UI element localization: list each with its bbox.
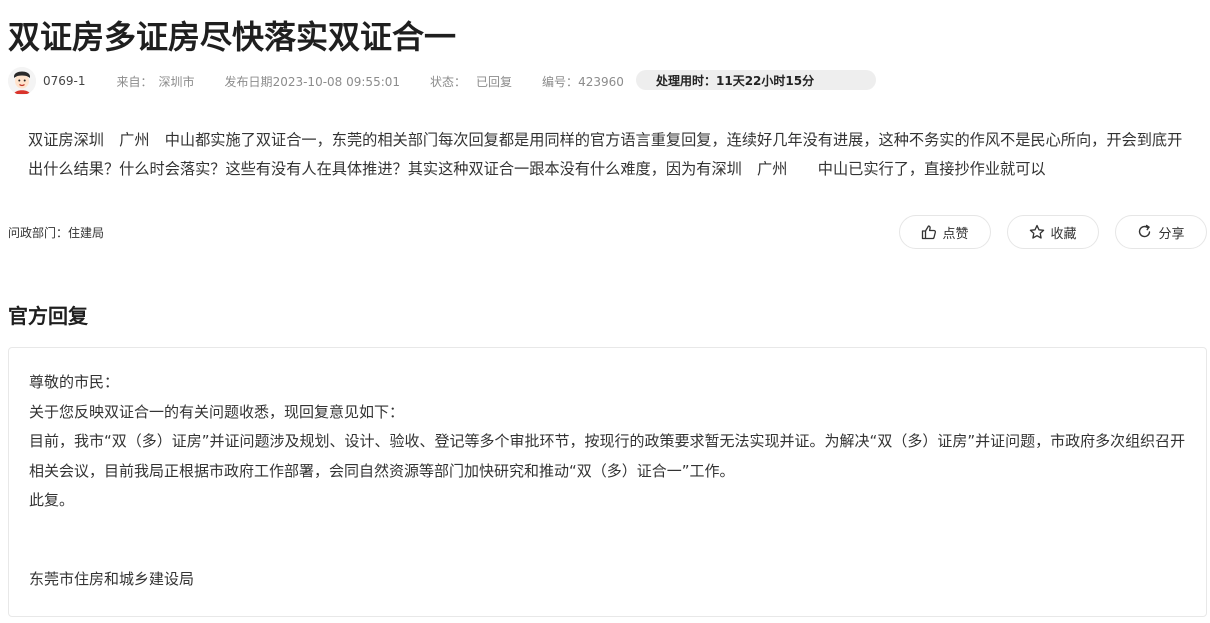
id-label: 编号： [542,74,579,89]
page-title: 双证房多证房尽快落实双证合一 [8,18,457,56]
reply-signature: 东莞市住房和城乡建设局 [29,570,195,588]
processing-time-badge: 处理用时：11天22小时15分 [636,70,876,90]
post-source: 来自： 深圳市 [117,73,195,90]
share-label: 分享 [1158,226,1185,242]
like-button[interactable]: 点赞 [899,215,991,249]
post-date: 发布日期2023-10-08 09:55:01 [225,73,400,90]
reply-intro: 关于您反映双证合一的有关问题收悉，现回复意见如下： [29,402,405,421]
official-reply-box: 尊敬的市民： 关于您反映双证合一的有关问题收悉，现回复意见如下： 目前，我市“双… [8,347,1207,617]
status-value: 已回复 [476,74,513,89]
favorite-label: 收藏 [1050,226,1077,242]
share-icon [1137,224,1153,240]
avatar-icon[interactable] [8,67,36,95]
share-button[interactable]: 分享 [1115,215,1207,249]
source-value: 深圳市 [158,74,195,89]
post-id: 编号：423960 [542,73,624,90]
id-value: 423960 [578,74,624,89]
thumbs-up-icon [921,224,937,240]
reply-greeting: 尊敬的市民： [29,373,120,391]
status-label: 状态： [430,74,467,89]
reply-heading: 官方回复 [8,304,88,328]
reply-closing: 此复。 [29,491,75,509]
post-meta: 0769-1 来自： 深圳市 发布日期2023-10-08 09:55:01 状态… [8,66,654,96]
star-icon [1029,224,1045,240]
department-label: 问政部门：住建局 [8,226,105,240]
source-label: 来自： [116,74,153,89]
date-value: 2023-10-08 09:55:01 [272,74,401,89]
post-author[interactable]: 0769-1 [43,74,86,88]
like-label: 点赞 [942,226,969,242]
reply-body: 目前，我市“双（多）证房”并证问题涉及规划、设计、验收、登记等多个审批环节，按现… [29,432,1186,480]
post-content: 双证房深圳 广州 中山都实施了双证合一，东莞的相关部门每次回复都是用同样的官方语… [28,131,1183,178]
post-status: 状态： 已回复 [430,73,512,90]
favorite-button[interactable]: 收藏 [1007,215,1099,249]
date-label: 发布日期 [224,74,273,89]
